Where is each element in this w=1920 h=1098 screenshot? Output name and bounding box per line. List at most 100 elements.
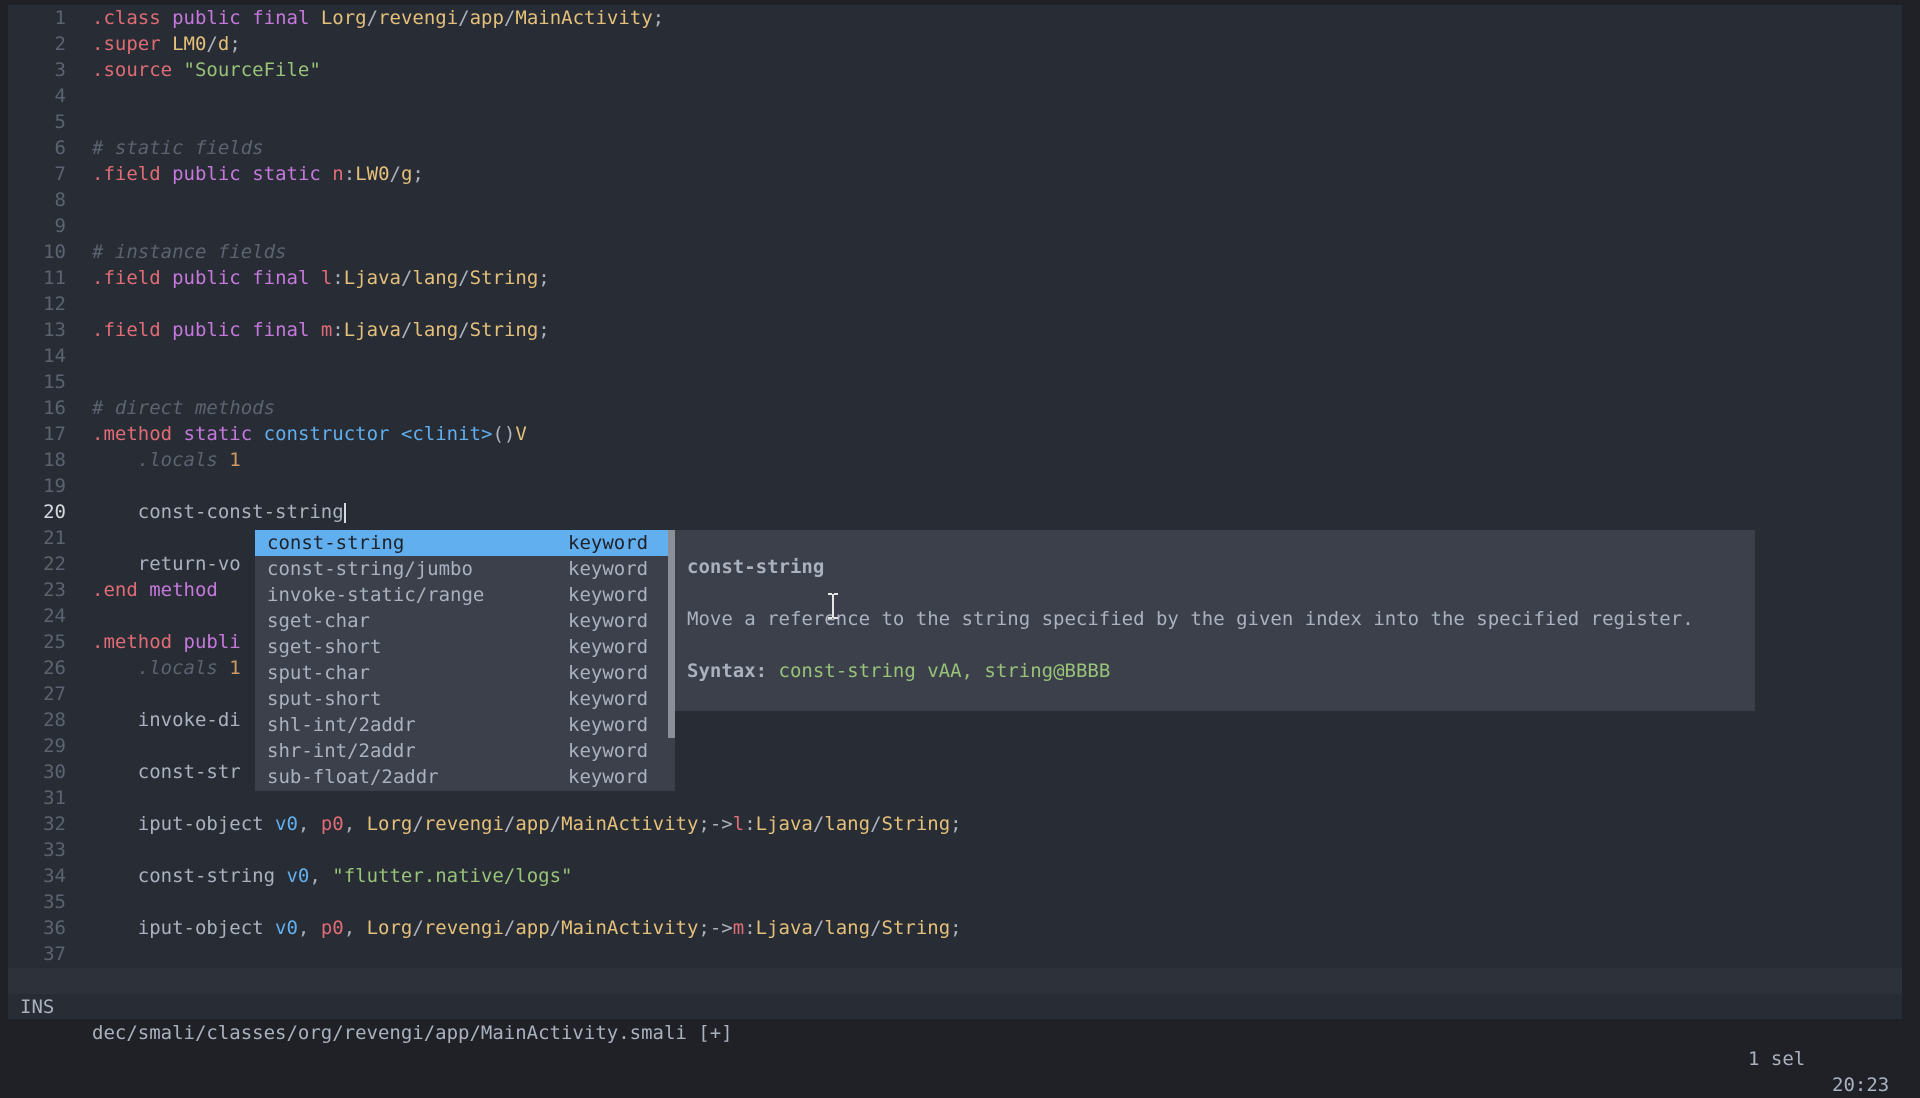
code-line[interactable]: 1 .class public final Lorg/revengi/app/Ma… (8, 5, 1902, 31)
line-number: 24 (43, 605, 66, 627)
code-token: String (881, 813, 951, 835)
completion-item[interactable]: sput-char keyword (255, 660, 675, 686)
line-number: 10 (43, 241, 66, 263)
completion-item[interactable]: invoke-static/range keyword (255, 582, 675, 608)
code-token: Lorg (366, 813, 413, 835)
code-line[interactable]: 10 # instance fields (8, 239, 1902, 265)
line-code[interactable]: const-str (92, 759, 241, 785)
completion-item[interactable]: shl-int/2addr keyword (255, 712, 675, 738)
line-code[interactable]: # direct methods (92, 395, 275, 421)
completion-documentation-popup: const-string Move a reference to the str… (675, 530, 1755, 711)
line-code[interactable]: .method publi (92, 629, 241, 655)
code-editor[interactable]: 1 .class public final Lorg/revengi/app/Ma… (8, 5, 1902, 1019)
line-code[interactable]: # static fields (92, 135, 264, 161)
completion-item-kind: keyword (568, 636, 649, 658)
line-code[interactable]: .locals 1 (92, 655, 241, 681)
code-token: "flutter.native/logs" (332, 865, 573, 887)
code-line[interactable]: 13 .field public final m:Ljava/lang/Strin… (8, 317, 1902, 343)
code-token: const-string (92, 865, 287, 887)
line-number: 36 (43, 917, 66, 939)
code-line[interactable]: 15 (8, 369, 1902, 395)
code-token: / (549, 917, 562, 939)
completion-item[interactable]: sput-short keyword (255, 686, 675, 712)
code-line[interactable]: 37 (8, 941, 1902, 967)
code-line[interactable]: 3 .source "SourceFile" (8, 57, 1902, 83)
code-token: 1 (229, 657, 241, 679)
line-code[interactable]: # instance fields (92, 239, 286, 265)
line-code[interactable]: invoke-di (92, 707, 241, 733)
line-number: 35 (43, 891, 66, 913)
status-bar: INS dec/smali/classes/org/revengi/app/Ma… (8, 968, 1902, 1096)
line-number: 29 (43, 735, 66, 757)
code-line[interactable]: 16 # direct methods (8, 395, 1902, 421)
completion-item[interactable]: const-string/jumbo keyword (255, 556, 675, 582)
line-code[interactable]: const-const-string (92, 499, 346, 525)
completion-item[interactable]: sget-short keyword (255, 634, 675, 660)
completion-item[interactable]: const-string keyword (255, 530, 675, 556)
code-token: String (469, 319, 539, 341)
line-number: 34 (43, 865, 66, 887)
code-line[interactable]: 8 (8, 187, 1902, 213)
code-line[interactable]: 32 iput-object v0, p0, Lorg/revengi/app/… (8, 811, 1902, 837)
code-token: / (400, 319, 413, 341)
code-line[interactable]: 33 (8, 837, 1902, 863)
completion-item[interactable]: shr-int/2addr keyword (255, 738, 675, 764)
completion-menu[interactable]: const-string keyword const-string/jumbo key… (255, 530, 675, 791)
code-line[interactable]: 9 (8, 213, 1902, 239)
line-code[interactable]: .field public final m:Ljava/lang/String; (92, 317, 550, 343)
line-number: 3 (54, 59, 66, 81)
code-token: / (412, 813, 424, 835)
code-line[interactable]: 36 iput-object v0, p0, Lorg/revengi/app/… (8, 915, 1902, 941)
code-line[interactable]: 20 const-const-string (8, 499, 1902, 525)
completion-item-label: sget-char (267, 610, 370, 632)
code-line[interactable]: 6 # static fields (8, 135, 1902, 161)
code-token: / (389, 163, 401, 185)
line-code[interactable]: const-string v0, "flutter.native/logs" (92, 863, 573, 889)
line-code[interactable]: .class public final Lorg/revengi/app/Mai… (92, 5, 664, 31)
code-line[interactable]: 4 (8, 83, 1902, 109)
completion-item-label: sput-char (267, 662, 370, 684)
line-number: 19 (43, 475, 66, 497)
code-token: / (503, 917, 516, 939)
completion-scrollbar[interactable] (668, 530, 675, 738)
code-line[interactable]: 2 .super LM0/d; (8, 31, 1902, 57)
code-token: # instance fields (92, 241, 287, 263)
code-line[interactable]: 18 .locals 1 (8, 447, 1902, 473)
completion-item[interactable]: sget-char keyword (255, 608, 675, 634)
code-line[interactable]: 19 (8, 473, 1902, 499)
completion-item-kind: keyword (568, 688, 649, 710)
line-code[interactable]: .method static constructor <clinit>()V (92, 421, 527, 447)
line-code[interactable]: .end method (92, 577, 218, 603)
code-token: ;-> (698, 917, 733, 939)
code-token: / (503, 813, 516, 835)
line-code[interactable]: .field public static n:LW0/g; (92, 161, 424, 187)
code-token: final (252, 267, 310, 289)
code-line[interactable]: 5 (8, 109, 1902, 135)
line-code[interactable]: .super LM0/d; (92, 31, 241, 57)
code-token: Lorg (320, 7, 367, 29)
code-line[interactable]: 35 (8, 889, 1902, 915)
code-token: ;-> (698, 813, 733, 835)
line-code[interactable]: .locals 1 (92, 447, 241, 473)
completion-list[interactable]: const-string keyword const-string/jumbo key… (255, 530, 675, 790)
code-token: app (469, 7, 504, 29)
code-token: public (172, 163, 241, 185)
code-line[interactable]: 11 .field public final l:Ljava/lang/Strin… (8, 265, 1902, 291)
line-code[interactable]: iput-object v0, p0, Lorg/revengi/app/Mai… (92, 915, 962, 941)
code-lines[interactable]: 1 .class public final Lorg/revengi/app/Ma… (8, 5, 1902, 967)
line-number: 5 (54, 111, 66, 133)
line-code[interactable]: return-vo (92, 551, 241, 577)
code-token: Ljava (755, 917, 813, 939)
completion-item[interactable]: sub-float/2addr keyword (255, 764, 675, 790)
code-line[interactable]: 12 (8, 291, 1902, 317)
code-line[interactable]: 17 .method static constructor <clinit>()V (8, 421, 1902, 447)
code-line[interactable]: 7 .field public static n:LW0/g; (8, 161, 1902, 187)
code-line[interactable]: 14 (8, 343, 1902, 369)
line-code[interactable]: .source "SourceFile" (92, 57, 321, 83)
code-line[interactable]: 34 const-string v0, "flutter.native/logs… (8, 863, 1902, 889)
line-code[interactable]: iput-object v0, p0, Lorg/revengi/app/Mai… (92, 811, 962, 837)
line-code[interactable]: .field public final l:Ljava/lang/String; (92, 265, 550, 291)
